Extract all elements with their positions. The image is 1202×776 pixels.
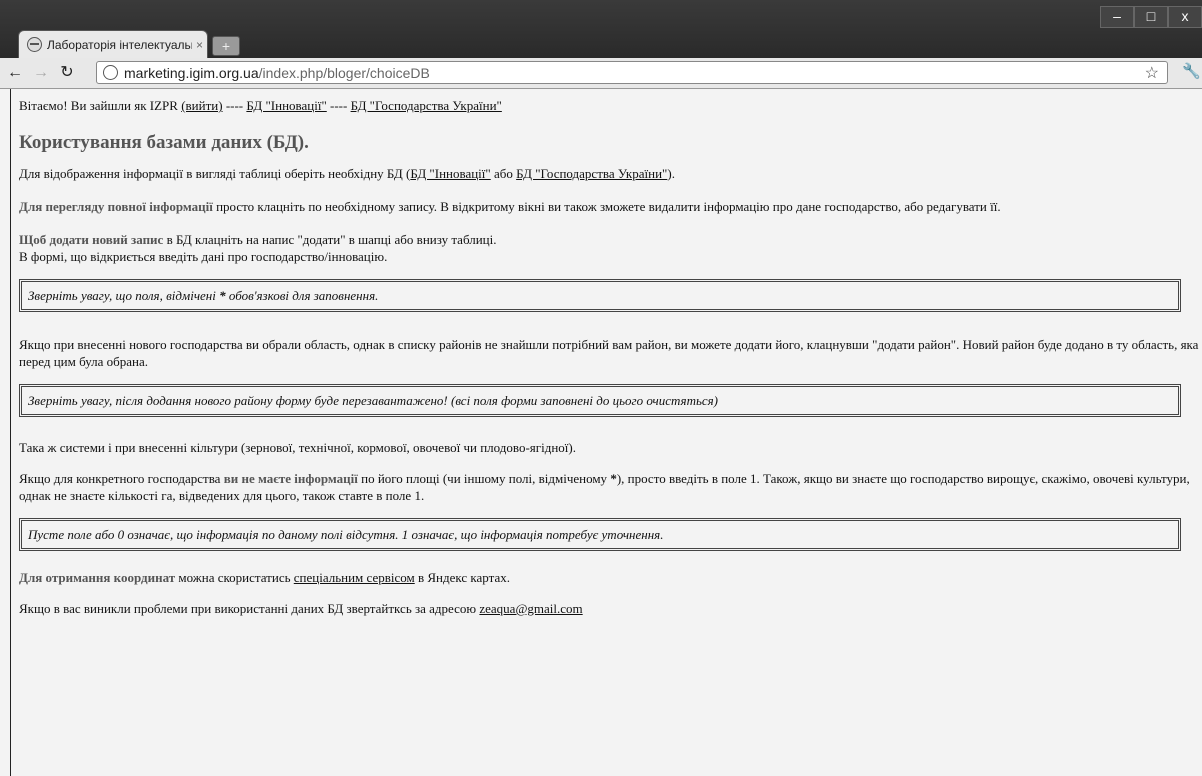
highlight-text: Щоб додати новий запис (19, 232, 164, 247)
reload-icon[interactable]: ↻ (56, 62, 78, 84)
text: Якщо для конкретного господарства (19, 471, 224, 486)
greeting-text: Вітаємо! Ви зайшли як IZPR (19, 98, 178, 113)
notice-empty-field: Пусте поле або 0 означає, що інформація … (19, 518, 1181, 551)
new-tab-button[interactable]: + (212, 36, 240, 56)
paragraph-add-record: Щоб додати новий запис в БД клацніть на … (19, 231, 1199, 265)
db-farms-link-inline[interactable]: БД "Господарства України" (516, 166, 667, 181)
paragraph-coordinates: Для отримання координат можна скористати… (19, 569, 1199, 586)
text: в БД клацніть на напис "додати" в шапці … (163, 232, 497, 247)
tab-title: Лабораторія інтелектуальн (47, 37, 192, 52)
wrench-icon[interactable]: 🔧 (1182, 62, 1201, 80)
url-path: /index.php/bloger/choiceDB (258, 64, 430, 81)
url-host: marketing.igim.org.ua (124, 64, 259, 81)
window-controls: – □ x (1100, 6, 1202, 28)
page-favicon-icon (27, 37, 42, 52)
paragraph-no-info: Якщо для конкретного господарства ви не … (19, 470, 1199, 504)
minimize-button[interactable]: – (1100, 6, 1134, 28)
db-innovations-link-inline[interactable]: БД "Інновації" (410, 166, 490, 181)
text: Якщо в вас виникли проблеми при використ… (19, 601, 480, 616)
text: просто клацніть по необхідному запису. В… (212, 199, 1001, 214)
text: ). (667, 166, 675, 181)
paragraph-contact: Якщо в вас виникли проблеми при використ… (19, 600, 1199, 617)
page-title: Користування базами даних (БД). (19, 132, 309, 153)
email-link[interactable]: zeaqua@gmail.com (479, 601, 582, 616)
paragraph-culture: Така ж системи і при внесенні кільтури (… (19, 440, 576, 455)
page-viewport: Вітаємо! Ви зайшли як IZPR (вийти) ---- … (10, 89, 1202, 776)
separator: ---- (330, 98, 348, 113)
separator: ---- (225, 98, 244, 113)
special-service-link[interactable]: спеціальним сервісом (294, 570, 415, 585)
text: В формі, що відкриється введіть дані про… (19, 249, 388, 264)
close-window-button[interactable]: x (1168, 6, 1202, 28)
back-arrow-icon[interactable]: ← (4, 62, 26, 84)
paragraph-choose-db: Для відображення інформації в вигляді та… (19, 165, 1199, 182)
db-farms-link[interactable]: БД "Господарства України" (351, 98, 502, 113)
text: або (490, 166, 517, 181)
tab-strip: Лабораторія інтелектуальн × + (0, 22, 1202, 58)
text: по його площі (чи іншому полі, відмічено… (357, 471, 611, 486)
tab-close-button[interactable]: × (196, 38, 203, 52)
notice-required-fields: Зверніть увагу, що поля, відмічені * обо… (19, 279, 1181, 312)
paragraph-view-info: Для перегляду повної інформації просто к… (19, 198, 1199, 215)
browser-toolbar: ← → ↻ marketing.igim.org.ua/index.php/bl… (0, 58, 1202, 89)
text: обов'язкові для заповнення. (225, 288, 379, 303)
page-content: Вітаємо! Ви зайшли як IZPR (вийти) ---- … (19, 97, 1199, 617)
logout-link[interactable]: (вийти) (181, 98, 222, 113)
highlight-text: Для отримання координат (19, 570, 176, 585)
forward-arrow-icon[interactable]: → (30, 62, 52, 84)
highlight-text: ви не маєте інформації (223, 471, 358, 486)
browser-tab[interactable]: Лабораторія інтелектуальн × (18, 30, 208, 58)
text: Для відображення інформації в вигляді та… (19, 166, 411, 181)
bookmark-star-icon[interactable]: ☆ (1145, 63, 1159, 83)
address-bar[interactable]: marketing.igim.org.ua/index.php/bloger/c… (96, 61, 1168, 84)
globe-icon (103, 65, 118, 80)
text: можна скористатись (175, 570, 294, 585)
highlight-text: Для перегляду повної інформації (19, 199, 213, 214)
notice-reload-form: Зверніть увагу, після додання нового рай… (19, 384, 1181, 417)
text: в Яндекс картах. (414, 570, 510, 585)
maximize-button[interactable]: □ (1134, 6, 1168, 28)
paragraph-add-district: Якщо при внесенні нового господарства ви… (19, 337, 1199, 369)
text: Зверніть увагу, що поля, відмічені (28, 288, 220, 303)
header-line: Вітаємо! Ви зайшли як IZPR (вийти) ---- … (19, 97, 1199, 114)
db-innovations-link[interactable]: БД "Інновації" (246, 98, 326, 113)
